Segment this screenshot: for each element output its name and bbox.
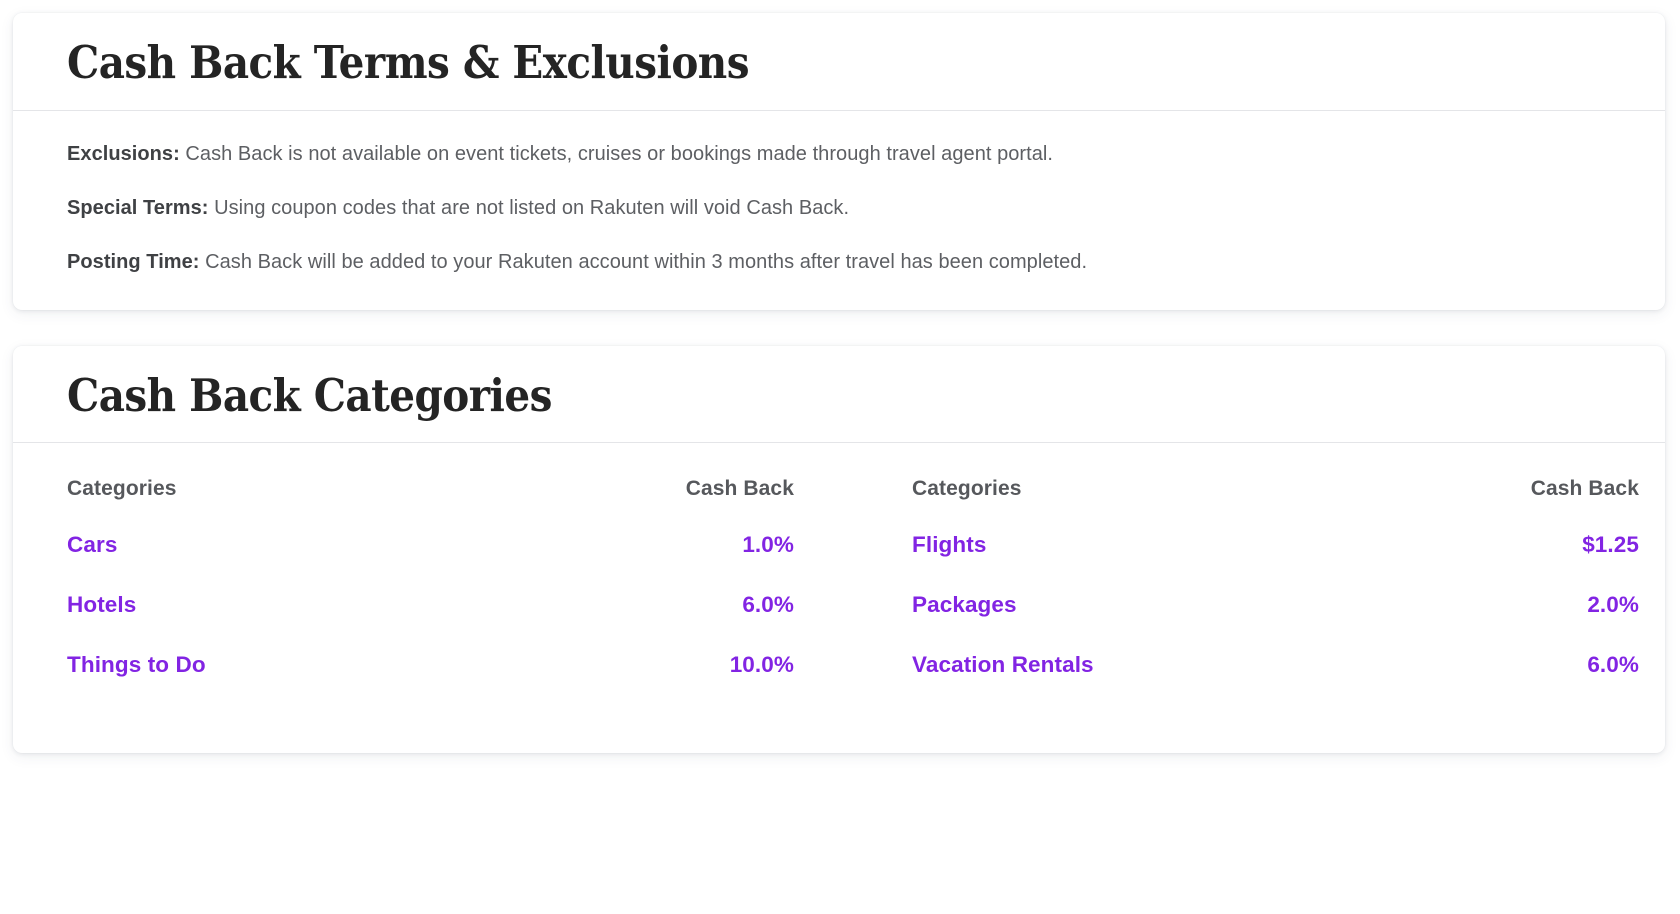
- table-row: Cars 1.0%: [67, 520, 794, 575]
- cash-back-terms-card: Cash Back Terms & Exclusions Exclusions:…: [13, 13, 1665, 310]
- table-header-row: Categories Cash Back: [912, 477, 1639, 520]
- cash-back-value-things-to-do: 10.0%: [729, 651, 794, 677]
- category-link-cars[interactable]: Cars: [67, 532, 117, 557]
- categories-card-title: Cash Back Categories: [67, 368, 552, 422]
- categories-card-body: Categories Cash Back Cars 1.0% Hotels 6.…: [13, 443, 1665, 752]
- page-container: Cash Back Terms & Exclusions Exclusions:…: [0, 0, 1680, 914]
- category-cell: Packages: [912, 575, 1367, 635]
- table-header-row: Categories Cash Back: [67, 477, 794, 520]
- table-row: Packages 2.0%: [912, 575, 1639, 635]
- term-label-special-terms: Special Terms:: [67, 196, 209, 219]
- cash-back-value-cars: 1.0%: [742, 532, 794, 558]
- table-row: Vacation Rentals 6.0%: [912, 635, 1639, 695]
- category-cell: Vacation Rentals: [912, 635, 1367, 695]
- category-link-hotels[interactable]: Hotels: [67, 592, 136, 617]
- categories-table-right: Categories Cash Back Flights $1.25 Packa…: [912, 477, 1639, 694]
- column-header-cash-back: Cash Back: [685, 477, 794, 501]
- cash-back-value-vacation-rentals: 6.0%: [1587, 651, 1639, 677]
- categories-table-left: Categories Cash Back Cars 1.0% Hotels 6.…: [67, 477, 794, 694]
- cash-back-value-packages: 2.0%: [1587, 592, 1639, 618]
- category-cell: Cars: [67, 520, 475, 575]
- category-link-things-to-do[interactable]: Things to Do: [67, 652, 206, 677]
- terms-card-header: Cash Back Terms & Exclusions: [13, 13, 1665, 111]
- table-row: Flights $1.25: [912, 520, 1639, 575]
- terms-card-body: Exclusions: Cash Back is not available o…: [13, 111, 1665, 310]
- table-row: Things to Do 10.0%: [67, 635, 794, 695]
- cash-back-categories-card: Cash Back Categories Categories Cash Bac…: [13, 345, 1665, 753]
- term-line-special-terms: Special Terms: Using coupon codes that a…: [67, 195, 1611, 221]
- column-header-categories: Categories: [912, 477, 1022, 501]
- categories-tables-wrapper: Categories Cash Back Cars 1.0% Hotels 6.…: [67, 477, 1639, 694]
- category-cell: Hotels: [67, 575, 475, 635]
- term-line-posting-time: Posting Time: Cash Back will be added to…: [67, 249, 1611, 275]
- table-row: Hotels 6.0%: [67, 575, 794, 635]
- category-cell: Things to Do: [67, 635, 475, 695]
- term-text-exclusions: Cash Back is not available on event tick…: [179, 142, 1054, 165]
- category-link-vacation-rentals[interactable]: Vacation Rentals: [912, 652, 1094, 677]
- categories-card-header: Cash Back Categories: [13, 346, 1665, 444]
- cash-back-value-flights: $1.25: [1582, 532, 1639, 558]
- column-header-cash-back: Cash Back: [1530, 477, 1639, 501]
- term-label-posting-time: Posting Time:: [67, 251, 200, 274]
- category-link-flights[interactable]: Flights: [912, 532, 986, 557]
- term-text-posting-time: Cash Back will be added to your Rakuten …: [199, 251, 1088, 274]
- terms-card-title: Cash Back Terms & Exclusions: [67, 36, 750, 89]
- cash-back-value-hotels: 6.0%: [742, 592, 794, 618]
- term-line-exclusions: Exclusions: Cash Back is not available o…: [67, 141, 1611, 167]
- category-link-packages[interactable]: Packages: [912, 592, 1017, 617]
- term-label-exclusions: Exclusions:: [67, 142, 180, 165]
- column-header-categories: Categories: [67, 477, 177, 501]
- term-text-special-terms: Using coupon codes that are not listed o…: [208, 196, 850, 219]
- category-cell: Flights: [912, 520, 1367, 575]
